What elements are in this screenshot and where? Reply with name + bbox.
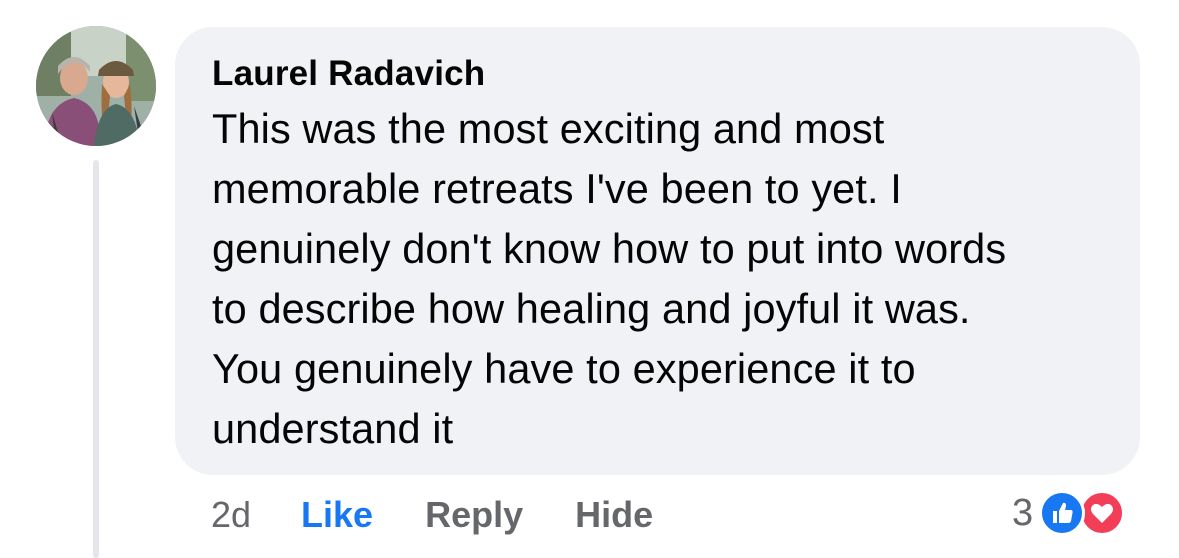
like-button[interactable]: Like (301, 494, 373, 536)
comment-text-line: This was the most exciting and most (212, 105, 885, 152)
comment-text-line: understand it (212, 405, 454, 452)
comment-text-line: to describe how healing and joyful it wa… (212, 285, 971, 332)
comment-text-line: You genuinely have to experience it to (212, 345, 916, 392)
thread-line (93, 160, 99, 558)
comment-text-line: genuinely don't know how to put into wor… (212, 225, 1007, 272)
reaction-icons (1039, 490, 1135, 536)
reactions-summary[interactable]: 3 (1012, 488, 1135, 538)
avatar[interactable] (36, 26, 156, 146)
like-icon (1039, 490, 1086, 536)
love-icon (1079, 490, 1126, 536)
comment-timestamp[interactable]: 2d (211, 494, 251, 536)
comment-bubble: Laurel Radavich This was the most exciti… (175, 27, 1140, 475)
avatar-photo (36, 26, 156, 146)
comment-text: This was the most exciting and most memo… (212, 99, 1104, 459)
comment-text-line: memorable retreats I've been to yet. I (212, 165, 902, 212)
comment: Laurel Radavich This was the most exciti… (0, 0, 1179, 558)
hide-button[interactable]: Hide (575, 494, 653, 536)
reply-button[interactable]: Reply (425, 494, 523, 536)
reaction-count: 3 (1012, 491, 1034, 534)
comment-author[interactable]: Laurel Radavich (212, 53, 1104, 95)
comment-actions: 2d Like Reply Hide (211, 492, 653, 538)
